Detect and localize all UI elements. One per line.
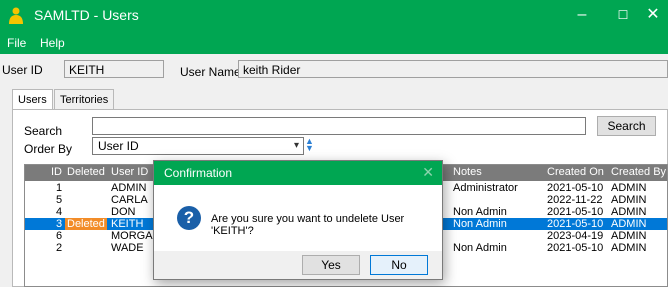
user-id-field: KEITH (64, 60, 164, 78)
tab-users[interactable]: Users (12, 89, 53, 110)
col-header-deleted[interactable]: Deleted (67, 166, 105, 178)
cell-id: 4 (56, 206, 63, 218)
search-input[interactable] (92, 117, 586, 135)
user-name-label: User Name (180, 65, 241, 79)
col-header-created-on[interactable]: Created On (547, 166, 604, 178)
title-bar[interactable]: SAMLTD - Users – ☐ ✕ (0, 0, 668, 32)
dialog-title-bar[interactable]: Confirmation ✕ (154, 161, 442, 185)
cell-id: 5 (56, 194, 63, 206)
menu-file[interactable]: File (7, 36, 26, 50)
dialog-close-icon[interactable]: ✕ (422, 164, 434, 181)
search-label: Search (24, 124, 63, 138)
question-icon: ? (177, 206, 201, 230)
cell-id: 1 (56, 182, 63, 194)
cell-created-on: 2023-04-19 (547, 230, 604, 242)
order-by-value: User ID (98, 139, 139, 153)
cell-created-on: 2021-05-10 (547, 182, 604, 194)
cell-user-id: ADMIN (111, 182, 147, 194)
minimize-button[interactable]: – (560, 0, 604, 32)
yes-button[interactable]: Yes (302, 255, 360, 275)
menu-help[interactable]: Help (40, 36, 65, 50)
cell-id: 6 (56, 230, 63, 242)
user-header: User ID KEITH User Name keith Rider (0, 54, 668, 86)
user-id-label: User ID (2, 63, 43, 77)
confirmation-dialog: Confirmation ✕ ? Are you sure you want t… (153, 160, 443, 280)
cell-user-id: WADE (111, 242, 144, 254)
col-header-notes[interactable]: Notes (453, 166, 482, 178)
col-header-user-id[interactable]: User ID (111, 166, 148, 178)
cell-id: 2 (56, 242, 63, 254)
window-title: SAMLTD - Users (34, 7, 139, 23)
cell-notes: Non Admin (453, 218, 507, 230)
cell-notes: Non Admin (453, 242, 507, 254)
cell-created-on: 2021-05-10 (547, 218, 604, 230)
dialog-footer: Yes No (154, 251, 442, 279)
cell-created-by: ADMIN (611, 242, 647, 254)
search-button[interactable]: Search (597, 116, 656, 136)
user-name-field: keith Rider (238, 60, 668, 78)
cell-created-by: ADMIN (611, 206, 647, 218)
cell-created-on: 2022-11-22 (547, 194, 603, 206)
order-by-label: Order By (24, 142, 73, 156)
chevron-down-icon: ▾ (293, 140, 299, 151)
cell-user-id: CARLA (111, 194, 148, 206)
col-header-id[interactable]: ID (51, 166, 62, 178)
cell-notes: Non Admin (453, 206, 507, 218)
dialog-message: Are you sure you want to undelete User '… (211, 213, 405, 237)
cell-user-id: KEITH (111, 218, 144, 230)
cell-notes: Administrator (453, 182, 518, 194)
no-button[interactable]: No (370, 255, 428, 275)
deleted-badge: Deleted (65, 218, 107, 230)
sort-direction-icon[interactable]: ▲ ▼ (305, 137, 314, 153)
col-header-created-by[interactable]: Created By (611, 166, 666, 178)
menu-bar: File Help (0, 32, 668, 54)
cell-created-on: 2021-05-10 (547, 206, 604, 218)
dialog-title: Confirmation (164, 166, 233, 180)
cell-created-by: ADMIN (611, 182, 647, 194)
cell-created-by: ADMIN (611, 194, 647, 206)
cell-created-by: ADMIN (611, 218, 647, 230)
cell-user-id: DON (111, 206, 136, 218)
cell-id: 3 (56, 218, 63, 230)
order-by-select[interactable]: User ID ▾ (92, 137, 304, 155)
cell-created-by: ADMIN (611, 230, 647, 242)
cell-created-on: 2021-05-10 (547, 242, 604, 254)
user-icon (9, 7, 23, 24)
tab-territories[interactable]: Territories (54, 89, 115, 109)
close-button[interactable]: ✕ (638, 0, 668, 32)
